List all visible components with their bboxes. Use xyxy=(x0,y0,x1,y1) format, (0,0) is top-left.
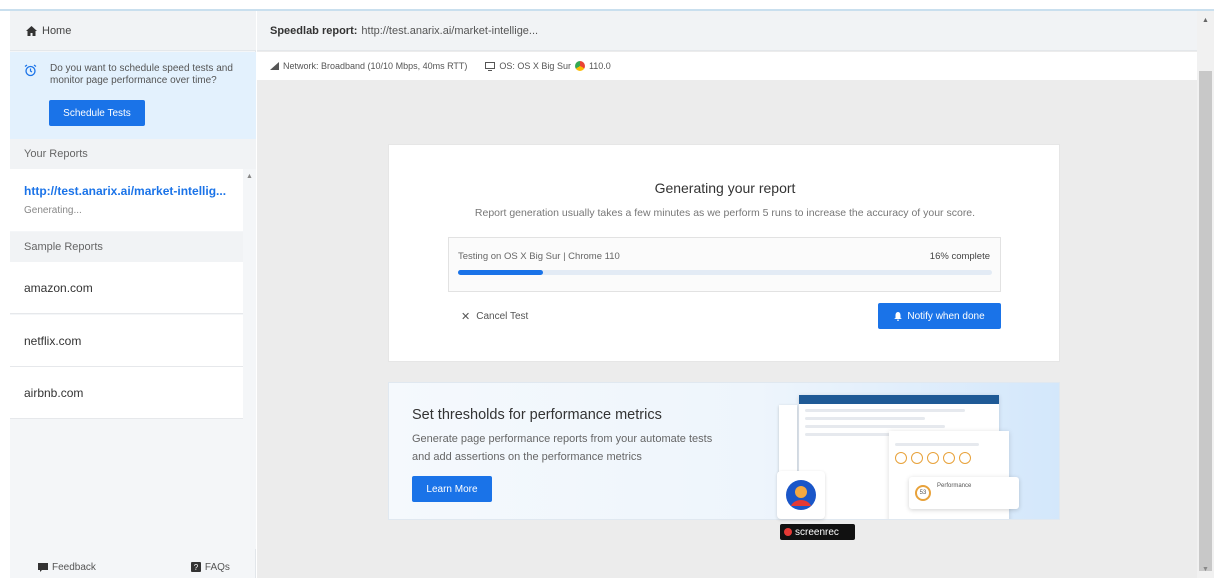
cancel-label: Cancel Test xyxy=(476,311,529,322)
faqs-link[interactable]: ? FAQs xyxy=(190,561,230,573)
scroll-thumb[interactable] xyxy=(1199,71,1212,571)
sample-item-amazon[interactable]: amazon.com xyxy=(10,262,243,314)
network-info: Network: Broadband (10/10 Mbps, 40ms RTT… xyxy=(270,61,467,71)
question-icon: ? xyxy=(190,562,201,572)
progress-fill xyxy=(458,270,544,275)
monitor-icon xyxy=(485,61,496,71)
home-icon xyxy=(26,25,37,36)
preview-titlebar xyxy=(799,395,999,404)
bell-icon xyxy=(894,311,903,321)
preview-perf-label: Performance xyxy=(937,483,972,489)
screenrec-avatar[interactable] xyxy=(777,471,825,519)
header-url: http://test.anarix.ai/market-intellige..… xyxy=(361,24,539,37)
learn-more-button[interactable]: Learn More xyxy=(412,476,492,502)
report-status: Generating... xyxy=(24,205,82,216)
sidebar-scrollbar[interactable]: ▲ xyxy=(243,169,256,549)
signal-icon xyxy=(270,62,279,70)
sample-item-airbnb[interactable]: airbnb.com xyxy=(10,367,243,419)
chrome-icon xyxy=(574,61,585,71)
faqs-label: FAQs xyxy=(204,561,230,573)
sample-item-netflix[interactable]: netflix.com xyxy=(10,315,243,367)
home-label: Home xyxy=(42,24,72,37)
progress-box: Testing on OS X Big Sur | Chrome 110 16%… xyxy=(448,237,1001,292)
score-circle xyxy=(959,452,971,464)
avatar-icon xyxy=(786,480,816,510)
screenrec-label: screenrec xyxy=(795,526,839,538)
promo-text: Do you want to schedule speed tests and … xyxy=(50,63,233,86)
preview-line xyxy=(805,409,965,412)
preview-line xyxy=(805,417,925,420)
feedback-label: Feedback xyxy=(52,561,96,573)
card-title: Generating your report xyxy=(654,180,796,196)
score-circle xyxy=(927,452,939,464)
report-url: http://test.anarix.ai/market-intellig... xyxy=(24,184,227,198)
testing-label: Testing on OS X Big Sur | Chrome 110 xyxy=(458,251,620,262)
cancel-test-button[interactable]: ✕ Cancel Test xyxy=(461,310,528,323)
progress-percent: 16% complete xyxy=(929,251,990,262)
network-label: Network: Broadband (10/10 Mbps, 40ms RTT… xyxy=(283,61,468,71)
header-label: Speedlab report: xyxy=(270,24,358,37)
preview-performance-card: 53 Performance xyxy=(909,477,1019,509)
thresholds-banner: Set thresholds for performance metrics G… xyxy=(388,382,1060,520)
your-reports-heading: Your Reports xyxy=(10,139,256,169)
score-circle xyxy=(911,452,923,464)
report-item[interactable]: http://test.anarix.ai/market-intellig...… xyxy=(10,169,243,231)
progress-bar xyxy=(458,270,992,275)
banner-title: Set thresholds for performance metrics xyxy=(412,407,662,423)
feedback-icon xyxy=(38,562,48,572)
schedule-tests-button[interactable]: Schedule Tests xyxy=(49,100,145,126)
preview-circles xyxy=(893,451,1005,469)
feedback-link[interactable]: Feedback xyxy=(38,562,96,573)
scroll-up-icon[interactable]: ▲ xyxy=(1202,17,1209,24)
browser-version: 110.0 xyxy=(588,61,611,71)
scroll-down-icon[interactable]: ▼ xyxy=(1202,566,1209,573)
os-info: OS: OS X Big Sur 110.0 xyxy=(485,61,611,71)
screenrec-badge[interactable]: screenrec xyxy=(780,524,855,540)
notify-when-done-button[interactable]: Notify when done xyxy=(878,303,1001,329)
main-content: Speedlab report: http://test.anarix.ai/m… xyxy=(257,11,1214,578)
report-header: Speedlab report: http://test.anarix.ai/m… xyxy=(257,11,1214,51)
os-label: OS: OS X Big Sur xyxy=(499,61,571,71)
close-icon: ✕ xyxy=(461,311,471,323)
home-link[interactable]: Home xyxy=(10,11,256,51)
sidebar-footer: Feedback ? FAQs xyxy=(10,556,256,578)
sidebar: Home Do you want to schedule speed tests… xyxy=(10,11,256,578)
score-circle xyxy=(943,452,955,464)
card-subtitle: Report generation usually takes a few mi… xyxy=(474,207,976,219)
record-icon xyxy=(784,528,792,536)
report-progress-card: Generating your report Report generation… xyxy=(388,144,1060,362)
alarm-clock-icon xyxy=(24,64,37,77)
sample-reports-heading: Sample Reports xyxy=(10,232,256,262)
test-config-bar: Network: Broadband (10/10 Mbps, 40ms RTT… xyxy=(257,52,1197,80)
scroll-up-icon[interactable]: ▲ xyxy=(246,173,253,180)
preview-line xyxy=(895,443,979,446)
svg-text:?: ? xyxy=(194,563,199,572)
main-scrollbar[interactable]: ▲ ▲ ▼ xyxy=(1197,11,1214,578)
preview-toolbar xyxy=(779,405,797,475)
score-circle xyxy=(895,452,907,464)
banner-text: Generate page performance reports from y… xyxy=(412,433,713,463)
preview-line xyxy=(805,425,945,428)
notify-label: Notify when done xyxy=(907,310,985,322)
schedule-promo: Do you want to schedule speed tests and … xyxy=(10,52,256,147)
preview-score: 53 xyxy=(915,485,931,501)
